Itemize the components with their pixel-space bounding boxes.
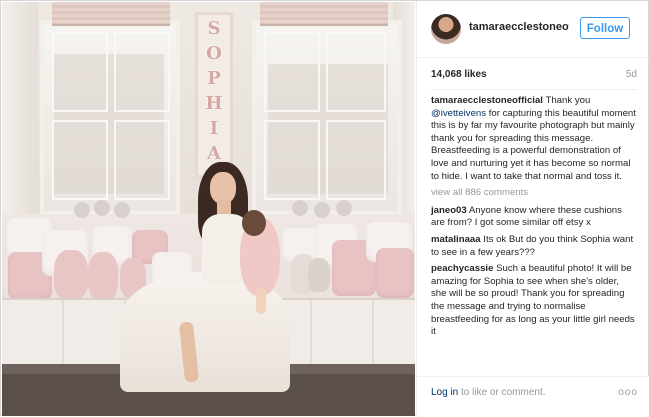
comment-username[interactable]: peachycassie bbox=[431, 263, 493, 274]
banner-letter: I bbox=[209, 118, 219, 139]
comment-text: Such a beautiful photo! It will be amazi… bbox=[431, 263, 635, 338]
login-text: to like or comment. bbox=[458, 387, 546, 398]
window-left bbox=[40, 20, 180, 215]
post-sidebar: tamaraecclestoneoff... Follow 14,068 lik… bbox=[416, 1, 649, 417]
baby-leg bbox=[256, 288, 266, 314]
post-photo[interactable]: S O P H I A bbox=[2, 2, 415, 416]
post-age: 5d bbox=[625, 69, 637, 80]
more-options-icon[interactable]: ooo bbox=[618, 387, 638, 398]
comments-list: tamaraecclestoneofficial Thank you @ivet… bbox=[431, 95, 637, 380]
avatar[interactable] bbox=[431, 14, 461, 44]
post-footer: Log in to like or comment. ooo bbox=[417, 376, 649, 417]
comment: janeo03 Anyone know where these cushions… bbox=[431, 205, 637, 230]
comment: peachycassie Such a beautiful photo! It … bbox=[431, 263, 637, 339]
comment-username[interactable]: janeo03 bbox=[431, 205, 467, 216]
post-frame: S O P H I A tamaraecclestoneo Follow 14,… bbox=[0, 0, 649, 417]
banner-letter: P bbox=[207, 68, 221, 89]
login-prompt: Log in to like or comment. bbox=[431, 387, 546, 398]
baby-head bbox=[242, 210, 266, 236]
curtain-left bbox=[2, 2, 38, 232]
likes-count[interactable]: 14,068 likes bbox=[431, 69, 487, 80]
plush-bunny bbox=[88, 252, 118, 300]
comment-username[interactable]: matalinaaa bbox=[431, 234, 481, 245]
plush-bunny bbox=[308, 258, 330, 292]
login-link[interactable]: Log in bbox=[431, 387, 458, 398]
name-banner: S O P H I A bbox=[195, 12, 233, 178]
banner-letter: H bbox=[205, 93, 223, 114]
likes-row: 14,068 likes 5d bbox=[431, 69, 637, 83]
follow-button[interactable]: Follow bbox=[580, 17, 630, 39]
banner-letter: O bbox=[206, 43, 222, 64]
blind-left bbox=[52, 2, 170, 26]
view-all-comments[interactable]: view all 886 comments bbox=[431, 187, 637, 200]
comment: tamaraecclestoneofficial Thank you @ivet… bbox=[431, 95, 637, 183]
window-right bbox=[252, 20, 402, 215]
comment: matalinaaa Its ok But do you think Sophi… bbox=[431, 234, 637, 259]
comment-text: Thank you bbox=[545, 95, 591, 106]
divider bbox=[431, 89, 637, 90]
plush-bunny bbox=[54, 250, 88, 300]
post-username[interactable]: tamaraecclestoneoff... bbox=[469, 21, 569, 33]
comment-username[interactable]: tamaraecclestoneofficial bbox=[431, 95, 543, 106]
post-header: tamaraecclestoneoff... Follow bbox=[417, 1, 649, 58]
banner-letter: S bbox=[207, 18, 221, 39]
blind-right bbox=[260, 2, 388, 26]
comment-mention[interactable]: @ivetteivens bbox=[431, 108, 486, 119]
